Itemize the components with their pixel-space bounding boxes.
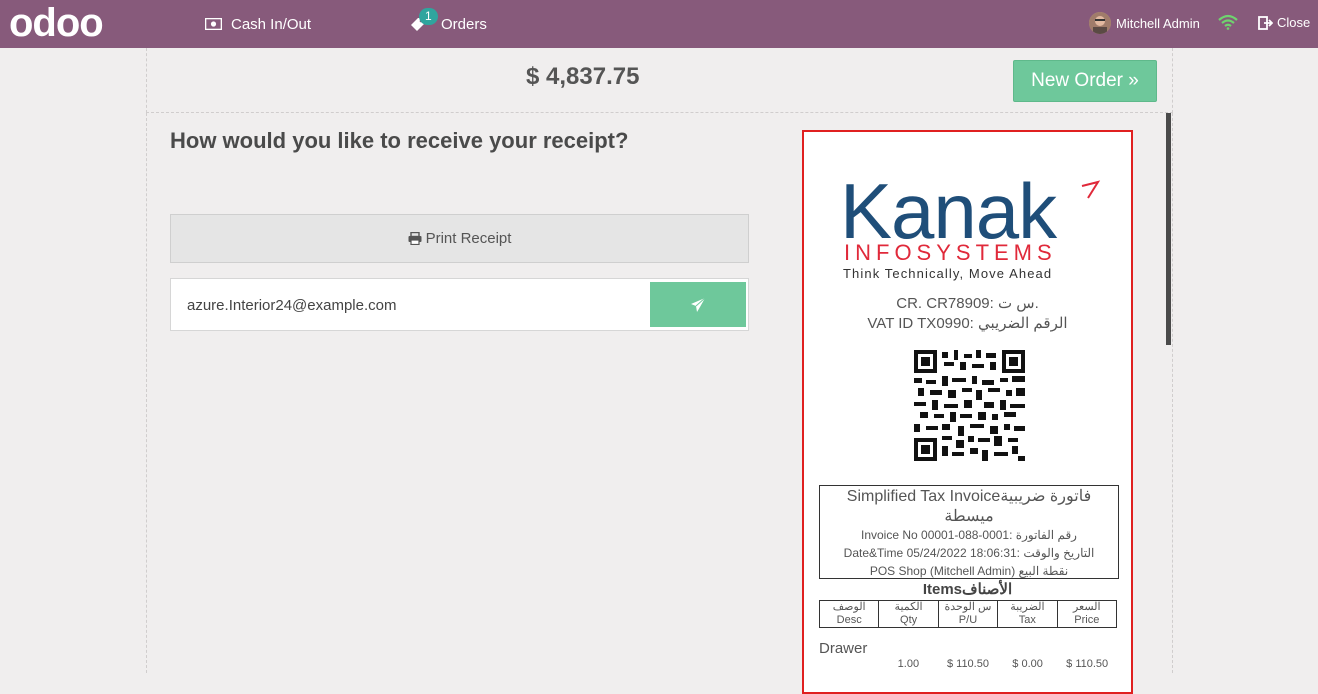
company-logo: Kanak INFOSYSTEMS Think Technically, Mov… [840, 167, 1101, 281]
invoice-datetime: Date&Time 05/24/2022 18:06:31: التاريخ و… [843, 546, 1095, 560]
receipt-question: How would you like to receive your recei… [170, 128, 629, 153]
email-field-group [170, 278, 749, 332]
invoice-title-cont: ميسطة [944, 508, 994, 525]
print-receipt-label: Print Receipt [425, 230, 512, 247]
items-header-table: الوصف Desc الكمية Qty س الوحدة P/U الضريبة T… [818, 600, 1118, 628]
items-title: Itemsالأصناف [922, 581, 1013, 598]
email-field[interactable] [185, 279, 649, 332]
user-name: Mitchell Admin [1116, 15, 1200, 31]
brand-text: odoo [9, 4, 103, 44]
order-line-name: Drawer [819, 640, 868, 657]
col-qty-header: الكمية Qty [878, 600, 939, 628]
invoice-number: Invoice No 00001-088-0001: رقم الفاتورة [861, 528, 1077, 542]
line-qty: 1.00 [897, 658, 920, 670]
avatar [1089, 12, 1111, 34]
print-icon [408, 232, 422, 245]
order-line-values: 1.00 $ 110.50 $ 0.00 $ 110.50 [819, 658, 1117, 670]
order-total: $ 4,837.75 [526, 63, 640, 90]
cash-icon [205, 18, 222, 30]
items-header-row: الوصف Desc الكمية Qty س الوحدة P/U الضريبة T… [818, 600, 1118, 628]
receipt-vat-line: VAT ID TX0990: الرقم الضريبي [867, 315, 1068, 332]
col-tax-header: الضريبة Tax [997, 600, 1058, 628]
svg-text:Think Technically, Move Ahead: Think Technically, Move Ahead [843, 266, 1052, 281]
line-price: $ 110.50 [1066, 658, 1109, 670]
svg-text:INFOSYSTEMS: INFOSYSTEMS [844, 240, 1057, 265]
orders-label: Orders [441, 15, 487, 33]
odoo-logo: odoo [9, 4, 104, 44]
receipt-cr-line: CR. CR78909: س ت. [896, 295, 1039, 312]
orders-button[interactable]: Orders [410, 0, 487, 48]
wifi-icon [1218, 14, 1238, 35]
print-receipt-button[interactable]: Print Receipt [170, 214, 749, 263]
receipt-preview: Kanak INFOSYSTEMS Think Technically, Mov… [802, 130, 1133, 694]
invoice-info-box: Simplified Tax Invoiceفاتورة ضريبية ميسط… [819, 485, 1119, 579]
line-tax: $ 0.00 [1012, 658, 1043, 670]
send-icon [691, 297, 706, 312]
orders-count-badge: 1 [419, 8, 438, 25]
close-icon [1258, 15, 1273, 30]
col-desc-header: الوصف Desc [818, 600, 880, 628]
qr-code-icon [914, 350, 1025, 461]
line-blank [819, 658, 879, 670]
top-navbar: odoo Cash In/Out Orders 1 Mitchell Admin [0, 0, 1318, 48]
col-pu-header: س الوحدة P/U [937, 600, 999, 628]
invoice-title: Simplified Tax Invoiceفاتورة ضريبية [846, 488, 1092, 505]
scrollbar[interactable] [1166, 113, 1171, 345]
line-pu: $ 110.50 [946, 658, 989, 670]
user-menu[interactable]: Mitchell Admin [1089, 12, 1200, 34]
cash-in-out-button[interactable]: Cash In/Out [205, 0, 311, 48]
col-price-header: السعر Price [1056, 600, 1118, 628]
cash-in-out-label: Cash In/Out [231, 15, 312, 33]
close-label: Close [1277, 15, 1311, 30]
close-button[interactable]: Close [1258, 15, 1310, 30]
invoice-pos-shop: POS Shop (Mitchell Admin) نقطة البيع [869, 564, 1069, 578]
send-email-button[interactable] [650, 282, 746, 327]
new-order-button[interactable]: New Order » [1013, 60, 1157, 102]
